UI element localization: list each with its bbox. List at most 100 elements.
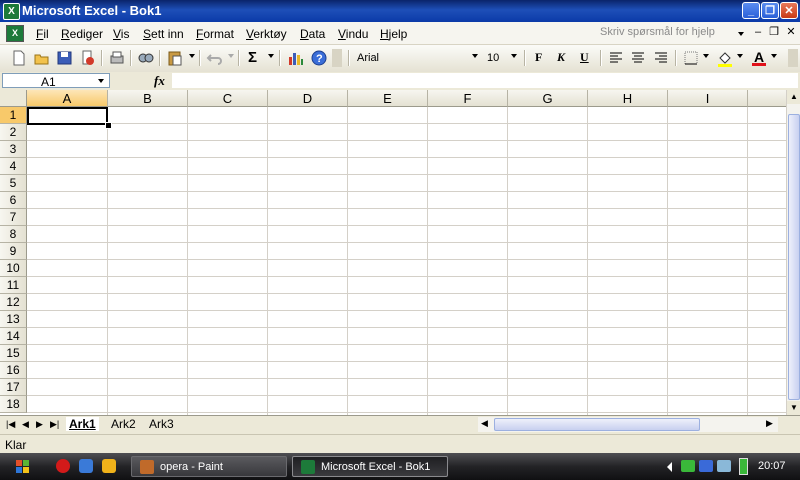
previous-sheet-icon[interactable]: ◀ (22, 419, 29, 430)
row-header[interactable]: 11 (0, 277, 27, 294)
menu-tools[interactable]: Verktøy (246, 27, 287, 41)
align-right-icon[interactable] (652, 49, 670, 67)
menu-insert[interactable]: Sett inn (143, 27, 184, 41)
fill-handle[interactable] (105, 122, 112, 129)
font-size-dropdown-icon[interactable] (511, 54, 517, 58)
research-icon[interactable] (137, 49, 155, 67)
menu-file[interactable]: Fil (36, 27, 49, 41)
clock[interactable]: 20:07 (758, 460, 786, 472)
autosum-icon[interactable]: Σ (248, 49, 266, 67)
font-color-dropdown-icon[interactable] (771, 54, 777, 58)
spreadsheet-grid[interactable]: A B C D E F G H I 1 2 3 4 5 6 7 8 9 10 1… (0, 90, 786, 415)
monitor-icon[interactable] (699, 460, 713, 472)
taskbar-item-excel[interactable]: Microsoft Excel - Bok1 (292, 456, 448, 477)
row-header[interactable]: 8 (0, 226, 27, 243)
autosum-dropdown-icon[interactable] (268, 54, 274, 58)
fill-color-icon[interactable] (716, 49, 734, 67)
toolbar-options-icon[interactable] (788, 49, 798, 67)
row-header[interactable]: 18 (0, 396, 27, 413)
scroll-right-icon[interactable]: ▶ (766, 418, 773, 429)
internet-explorer-icon[interactable] (79, 459, 93, 473)
column-header[interactable] (748, 90, 786, 107)
next-sheet-icon[interactable]: ▶ (36, 419, 43, 430)
help-icon[interactable]: ? (310, 49, 328, 67)
scroll-left-icon[interactable]: ◀ (481, 418, 488, 429)
minimize-button[interactable]: _ (742, 2, 760, 19)
row-header[interactable]: 13 (0, 311, 27, 328)
column-header[interactable]: H (588, 90, 668, 107)
column-header[interactable]: C (188, 90, 268, 107)
paste-dropdown-icon[interactable] (189, 54, 195, 58)
menu-help[interactable]: Hjelp (380, 27, 407, 41)
clock-app-icon[interactable] (102, 459, 116, 473)
align-left-icon[interactable] (607, 49, 625, 67)
font-name-dropdown-icon[interactable] (472, 54, 478, 58)
row-header[interactable]: 14 (0, 328, 27, 345)
battery-icon[interactable] (739, 458, 748, 475)
scroll-down-icon[interactable]: ▼ (787, 401, 800, 415)
name-box-dropdown-icon[interactable] (98, 79, 104, 83)
print-icon[interactable] (108, 49, 126, 67)
column-header[interactable]: E (348, 90, 428, 107)
paste-icon[interactable] (166, 49, 184, 67)
help-search-input[interactable]: Skriv spørsmål for hjelp (600, 26, 715, 38)
borders-icon[interactable] (682, 49, 700, 67)
undo-dropdown-icon[interactable] (228, 54, 234, 58)
column-header[interactable]: F (428, 90, 508, 107)
vertical-scrollbar[interactable]: ▲ ▼ (786, 90, 800, 415)
excel-icon[interactable]: X (3, 3, 20, 20)
name-box[interactable]: A1 (2, 73, 110, 89)
italic-button[interactable]: K (557, 50, 565, 65)
row-header[interactable]: 1 (0, 107, 27, 124)
sheet-tab-ark2[interactable]: Ark2 (111, 417, 136, 431)
borders-dropdown-icon[interactable] (703, 54, 709, 58)
sheet-tab-ark1[interactable]: Ark1 (66, 417, 99, 431)
column-header[interactable]: B (108, 90, 188, 107)
scroll-up-icon[interactable]: ▲ (787, 90, 800, 104)
font-size-select[interactable]: 10 (487, 52, 499, 64)
menu-view[interactable]: Vis (113, 27, 129, 41)
menu-data[interactable]: Data (300, 27, 325, 41)
new-document-icon[interactable] (10, 49, 28, 67)
title-bar[interactable]: X Microsoft Excel - Bok1 _ ❐ ✕ (0, 0, 800, 22)
opera-icon[interactable] (56, 459, 70, 473)
restore-button[interactable]: ❐ (761, 2, 779, 19)
sheet-tab-ark3[interactable]: Ark3 (149, 417, 174, 431)
workbook-icon[interactable]: X (6, 25, 24, 42)
row-header[interactable]: 6 (0, 192, 27, 209)
horizontal-scrollbar[interactable]: ◀ ▶ (478, 417, 778, 432)
first-sheet-icon[interactable]: |◀ (6, 419, 15, 430)
doc-restore-button[interactable]: ❐ (768, 26, 780, 38)
toolbar-options-icon[interactable] (332, 49, 342, 67)
help-dropdown-icon[interactable] (738, 32, 744, 36)
vertical-scroll-thumb[interactable] (788, 114, 800, 400)
fill-color-dropdown-icon[interactable] (737, 54, 743, 58)
permission-icon[interactable] (79, 49, 97, 67)
menu-window[interactable]: Vindu (338, 27, 368, 41)
horizontal-scroll-thumb[interactable] (494, 418, 700, 431)
menu-edit[interactable]: Rediger (61, 27, 103, 41)
chart-wizard-icon[interactable] (287, 49, 305, 67)
row-header[interactable]: 10 (0, 260, 27, 277)
row-header[interactable]: 16 (0, 362, 27, 379)
start-button[interactable] (8, 458, 38, 476)
row-header[interactable]: 12 (0, 294, 27, 311)
active-cell[interactable] (27, 107, 108, 125)
font-name-select[interactable]: Arial (357, 52, 379, 64)
save-icon[interactable] (56, 49, 74, 67)
column-header[interactable]: D (268, 90, 348, 107)
column-header[interactable]: G (508, 90, 588, 107)
taskbar-item-paint[interactable]: opera - Paint (131, 456, 287, 477)
font-color-icon[interactable]: A (750, 49, 768, 67)
doc-minimize-button[interactable]: – (752, 26, 764, 38)
last-sheet-icon[interactable]: ▶| (50, 419, 59, 430)
row-header[interactable]: 3 (0, 141, 27, 158)
formula-input[interactable] (172, 73, 798, 88)
show-hidden-icons-icon[interactable] (667, 462, 672, 472)
doc-close-button[interactable]: ✕ (785, 26, 797, 38)
menu-format[interactable]: Format (196, 27, 234, 41)
column-header[interactable]: A (27, 90, 108, 107)
row-header[interactable]: 9 (0, 243, 27, 260)
underline-button[interactable]: U (580, 50, 589, 65)
row-header[interactable]: 2 (0, 124, 27, 141)
